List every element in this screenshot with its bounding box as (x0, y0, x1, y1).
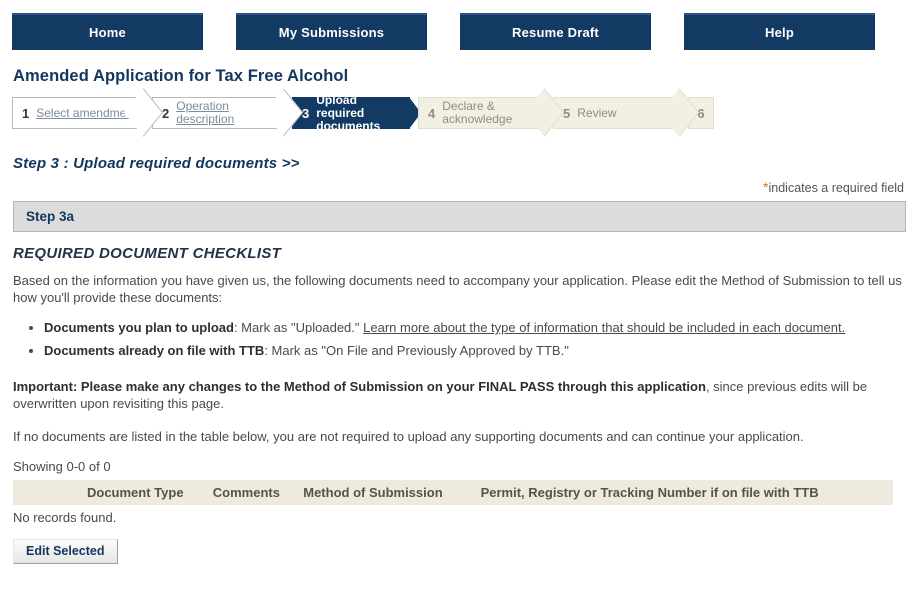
bullet-1-bold-label: Documents you plan to upload (44, 320, 234, 335)
step-progress-bar: 1 Select amendment 2 Operation descripti… (12, 93, 918, 132)
documents-table: Document Type Comments Method of Submiss… (13, 480, 893, 530)
table-header-document-type[interactable]: Document Type (83, 480, 209, 505)
documents-table-head: Document Type Comments Method of Submiss… (13, 480, 893, 505)
section-header-step-3a: Step 3a (13, 201, 906, 232)
nav-my-submissions-button[interactable]: My Submissions (236, 13, 427, 50)
nav-resume-draft-button[interactable]: Resume Draft (460, 13, 651, 50)
checklist-title: REQUIRED DOCUMENT CHECKLIST (13, 245, 282, 262)
page-title: Amended Application for Tax Free Alcohol (13, 67, 349, 85)
table-header-comments[interactable]: Comments (208, 480, 300, 505)
bullet-2-text: : Mark as "On File and Previously Approv… (264, 343, 569, 358)
step-5-label: Review (577, 105, 617, 120)
bullet-2-bold-label: Documents already on file with TTB (44, 343, 265, 358)
learn-more-link[interactable]: Learn more about the type of information… (363, 320, 845, 335)
step-1-number: 1 (22, 105, 30, 121)
required-field-note-text: indicates a required field (768, 181, 905, 195)
required-field-note: *indicates a required field (0, 179, 904, 195)
list-item: Documents already on file with TTB: Mark… (44, 341, 904, 360)
important-notice-paragraph: Important: Please make any changes to th… (13, 378, 904, 412)
step-indicator-2[interactable]: 2 Operation description (152, 97, 284, 129)
bullet-1-text: : Mark as "Uploaded." (233, 320, 364, 335)
top-navigation-bar: Home My Submissions Resume Draft Help (0, 0, 918, 50)
step-indicator-4: 4 Declare & acknowledge (418, 97, 545, 129)
step-indicator-3-active[interactable]: 3 Upload required documents (292, 93, 421, 132)
step-2-label[interactable]: Operation description (176, 100, 278, 126)
step-indicator-1[interactable]: 1 Select amendment (12, 97, 144, 129)
no-documents-note: If no documents are listed in the table … (13, 429, 804, 444)
step-4-label: Declare & acknowledge (442, 99, 513, 126)
step-2-number: 2 (162, 105, 170, 121)
list-item: Documents you plan to upload: Mark as "U… (44, 318, 904, 337)
empty-state-message: No records found. (13, 510, 117, 525)
documents-table-body: No records found. (13, 505, 893, 530)
step-4-number: 4 (428, 105, 436, 121)
step-3-number: 3 (302, 105, 310, 121)
step-heading: Step 3 : Upload required documents >> (13, 155, 300, 172)
checklist-bullet-list: Documents you plan to upload: Mark as "U… (13, 318, 904, 360)
step-indicator-5: 5 Review (553, 97, 680, 129)
important-notice-bold: Important: Please make any changes to th… (13, 379, 706, 394)
table-row: No records found. (13, 505, 893, 530)
step-3-label: Upload required documents (316, 92, 381, 133)
table-header-select-column (13, 480, 83, 505)
nav-my-submissions-label: My Submissions (278, 25, 385, 40)
nav-help-label: Help (765, 25, 794, 40)
step-5-number: 5 (563, 105, 571, 121)
nav-resume-draft-label: Resume Draft (512, 25, 599, 40)
table-header-method-of-submission[interactable]: Method of Submission (299, 480, 477, 505)
table-header-permit-number[interactable]: Permit, Registry or Tracking Number if o… (476, 480, 893, 505)
step-1-label[interactable]: Select amendment (36, 106, 136, 120)
checklist-intro-paragraph: Based on the information you have given … (13, 273, 902, 305)
table-header-row: Document Type Comments Method of Submiss… (13, 480, 893, 505)
nav-help-button[interactable]: Help (684, 13, 875, 50)
section-header-label: Step 3a (26, 209, 75, 224)
record-count-label: Showing 0-0 of 0 (13, 459, 111, 474)
edit-selected-button[interactable]: Edit Selected (13, 539, 118, 564)
nav-home-label: Home (89, 25, 126, 40)
nav-home-button[interactable]: Home (12, 13, 203, 50)
